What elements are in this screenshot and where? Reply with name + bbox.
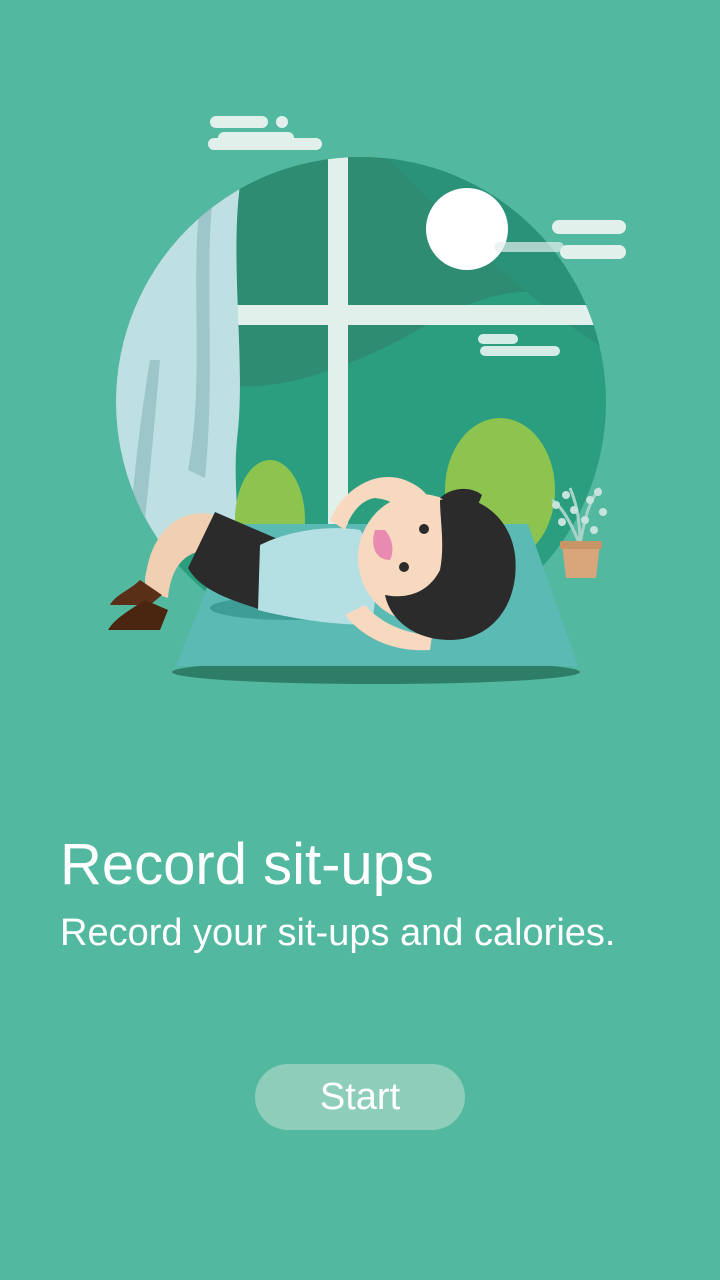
page-title: Record sit-ups bbox=[60, 832, 434, 897]
start-button[interactable]: Start bbox=[255, 1064, 465, 1130]
sit-ups-illustration bbox=[108, 116, 626, 684]
cloud-icon bbox=[208, 116, 322, 150]
page-subtitle: Record your sit-ups and calories. bbox=[60, 912, 616, 954]
moon-icon bbox=[426, 188, 508, 270]
